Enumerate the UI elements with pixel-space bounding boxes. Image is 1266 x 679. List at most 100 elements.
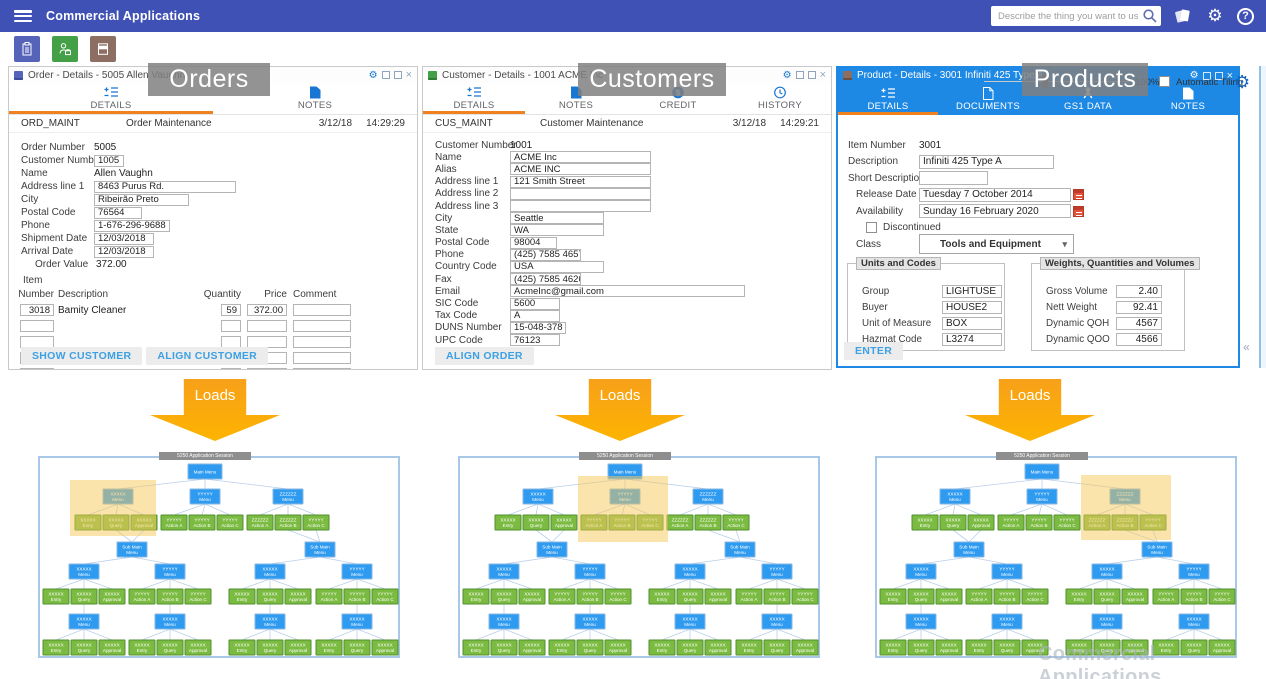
- align-order-button[interactable]: ALIGN ORDER: [435, 347, 534, 365]
- phone-field[interactable]: 1-676-296-9688: [94, 219, 170, 232]
- show-customer-button[interactable]: SHOW CUSTOMER: [21, 347, 143, 365]
- state-field[interactable]: WA: [510, 224, 604, 237]
- sic-code-field[interactable]: 5600: [510, 297, 560, 310]
- city-field[interactable]: Seattle: [510, 212, 604, 225]
- item-number-cell[interactable]: [20, 320, 54, 332]
- release-date-field[interactable]: Tuesday 7 October 2014: [919, 187, 1071, 202]
- field-label: Class: [856, 238, 882, 250]
- branch-highlight: [1081, 475, 1171, 540]
- svg-text:YYYYYAction B: YYYYYAction B: [1185, 591, 1202, 601]
- address-line-1-field[interactable]: 8463 Purus Rd.: [94, 180, 236, 193]
- svg-text:XXXXXEntry: XXXXXEntry: [1071, 591, 1086, 601]
- phone-field[interactable]: (425) 7585 4657: [510, 248, 581, 261]
- tab-history[interactable]: HISTORY: [729, 83, 831, 114]
- status-date: 3/12/18: [732, 118, 767, 129]
- svg-text:ZZZZZZAction B: ZZZZZZAction B: [279, 517, 296, 527]
- item-price-cell[interactable]: [247, 320, 287, 332]
- automatic-tiling-checkbox[interactable]: [1159, 76, 1170, 87]
- item-comment-cell[interactable]: [293, 304, 351, 316]
- dynamic-qoh-field[interactable]: 4567: [1116, 317, 1162, 330]
- customers-app-icon[interactable]: [52, 36, 78, 62]
- field-row-customer-number: Customer Number 1005: [21, 154, 417, 167]
- orders-app-icon[interactable]: [14, 36, 40, 62]
- tiling-settings-gear-icon[interactable]: [1234, 72, 1250, 93]
- unit-of-measure-field[interactable]: BOX: [942, 317, 1002, 330]
- field-row-short-description: Short Description: [848, 170, 1238, 187]
- item-comment-cell[interactable]: [293, 352, 351, 364]
- search-icon[interactable]: [1142, 8, 1158, 29]
- item-quantity-cell[interactable]: [221, 368, 241, 369]
- tax-code-field[interactable]: A: [510, 309, 560, 322]
- duns-number-field[interactable]: 15-048-378: [510, 321, 566, 334]
- buyer-field[interactable]: HOUSE2: [942, 301, 1002, 314]
- shipment-date-field[interactable]: 12/03/2018: [94, 232, 154, 245]
- email-field[interactable]: AcmeInc@gmail.com: [510, 285, 745, 298]
- search-input[interactable]: [991, 6, 1161, 27]
- postal-code-field[interactable]: 98004: [510, 236, 557, 249]
- nett-weight-field[interactable]: 92.41: [1116, 301, 1162, 314]
- description-field[interactable]: Infiniti 425 Type A: [919, 154, 1054, 169]
- item-quantity-cell[interactable]: [221, 320, 241, 332]
- item-comment-cell[interactable]: [293, 320, 351, 332]
- svg-text:XXXXXMenu: XXXXXMenu: [913, 566, 928, 576]
- close-icon[interactable]: ×: [820, 70, 826, 81]
- help-icon[interactable]: ?: [1237, 7, 1254, 25]
- availability-field[interactable]: Sunday 16 February 2020: [919, 204, 1071, 219]
- short-description-field[interactable]: [919, 171, 988, 186]
- upc-code-field[interactable]: 76123: [510, 334, 560, 347]
- calendar-icon[interactable]: [1073, 205, 1084, 217]
- item-comment-cell[interactable]: [293, 368, 351, 369]
- hamburger-menu-icon[interactable]: [14, 10, 32, 22]
- item-comment-cell[interactable]: [293, 336, 351, 348]
- products-app-icon[interactable]: [90, 36, 116, 62]
- class-select[interactable]: Tools and Equipment ▾: [919, 234, 1074, 255]
- tab-details[interactable]: DETAILS: [838, 83, 938, 115]
- restore-icon[interactable]: [795, 71, 804, 79]
- item-price-cell[interactable]: 372.00: [247, 304, 287, 316]
- close-icon[interactable]: ×: [406, 70, 412, 81]
- align-customer-button[interactable]: ALIGN CUSTOMER: [146, 347, 269, 365]
- svg-text:YYYYYAction C: YYYYYAction C: [189, 591, 207, 601]
- address-line-2-field[interactable]: [510, 187, 651, 200]
- postal-code-field[interactable]: 76564: [94, 206, 142, 219]
- restore-icon[interactable]: [381, 71, 390, 79]
- window-settings-icon[interactable]: [783, 70, 792, 81]
- item-number-cell[interactable]: [20, 368, 54, 369]
- maximize-icon[interactable]: [393, 71, 402, 79]
- tiles-icon[interactable]: [1173, 6, 1193, 26]
- address-line-1-field[interactable]: 121 Smith Street: [510, 175, 651, 188]
- tab-label: NOTES: [1170, 100, 1206, 112]
- tab-details[interactable]: DETAILS: [423, 83, 525, 114]
- alias-field[interactable]: ACME INC: [510, 163, 651, 176]
- window-settings-icon[interactable]: [369, 70, 378, 81]
- form-icon: [881, 87, 896, 100]
- customer-number-field[interactable]: 1005: [94, 154, 124, 167]
- enter-button[interactable]: ENTER: [844, 342, 904, 360]
- arrival-date-field[interactable]: 12/03/2018: [94, 245, 154, 258]
- calendar-icon[interactable]: [1073, 189, 1084, 201]
- dynamic-qoo-field[interactable]: 4566: [1116, 333, 1162, 346]
- name-field[interactable]: ACME Inc: [510, 151, 651, 164]
- hazmat-code-field[interactable]: L3274: [942, 333, 1002, 346]
- country-code-field[interactable]: USA: [510, 260, 604, 273]
- form-icon: [104, 86, 119, 99]
- fax-field[interactable]: (425) 7585 4620: [510, 273, 581, 286]
- item-price-cell[interactable]: [247, 368, 287, 369]
- document-icon: [981, 86, 995, 100]
- item-number-cell[interactable]: 3018: [20, 304, 54, 316]
- city-field[interactable]: Ribeirão Preto: [94, 193, 189, 206]
- docked-window-edge[interactable]: [1259, 66, 1266, 368]
- group-field[interactable]: LIGHTUSE: [942, 285, 1002, 298]
- field-row-availability: Availability Sunday 16 February 2020: [848, 203, 1238, 220]
- discontinued-checkbox[interactable]: [866, 222, 877, 234]
- gross-volume-field[interactable]: 2.40: [1116, 285, 1162, 298]
- field-row-tax-code: Tax Code A: [435, 309, 831, 322]
- maximize-icon[interactable]: [807, 71, 816, 79]
- item-quantity-cell[interactable]: 59: [221, 304, 241, 316]
- notes-icon: [1181, 87, 1195, 100]
- settings-gear-icon[interactable]: [1205, 6, 1225, 26]
- field-label: Address line 2: [435, 188, 499, 200]
- collapse-panel-icon[interactable]: «: [1243, 340, 1250, 354]
- loads-arrow: Loads: [555, 379, 685, 441]
- address-line-3-field[interactable]: [510, 200, 651, 213]
